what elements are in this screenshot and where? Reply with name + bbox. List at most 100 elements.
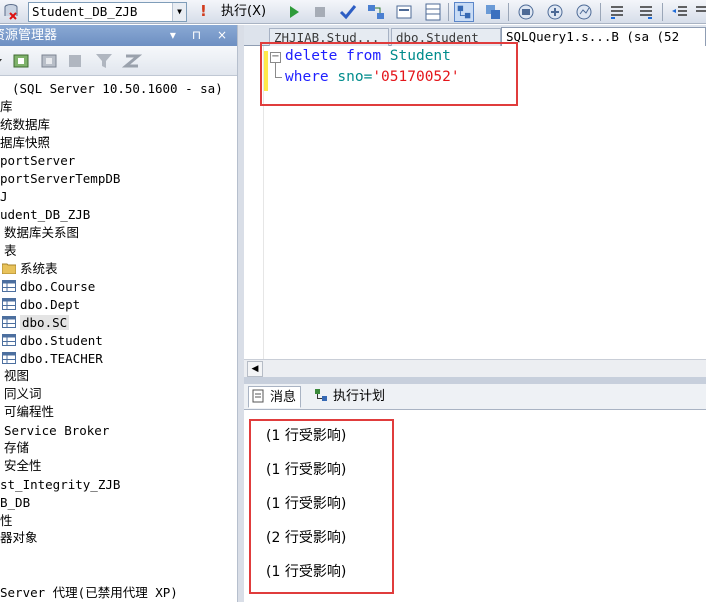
results-tabstrip: 消息 执行计划: [244, 384, 706, 410]
horizontal-scrollbar[interactable]: ◀: [244, 359, 706, 377]
connect-icon[interactable]: [12, 52, 32, 70]
tree-node-security-db[interactable]: 安全性: [4, 457, 42, 475]
tree-node-label: 同义词: [4, 386, 42, 401]
tree-node-label: dbo.Course: [20, 279, 96, 294]
execute-icon[interactable]: !: [200, 2, 207, 20]
results-to-file-icon[interactable]: [516, 2, 536, 22]
tree-node-table-sc[interactable]: dbo.SC: [2, 314, 70, 332]
highlight-box-messages: [249, 419, 394, 594]
stop-icon[interactable]: [68, 54, 82, 68]
database-selector[interactable]: Student_DB_ZJB ▼: [28, 2, 187, 22]
tree-node-label: st_Integrity_ZJB: [0, 477, 121, 492]
table-icon: [2, 280, 16, 292]
tree-node-integrity-db[interactable]: st_Integrity_ZJB: [0, 476, 120, 494]
parse-checkmark-icon[interactable]: [338, 2, 358, 22]
decrease-indent-icon[interactable]: [670, 2, 690, 22]
tree-node-label: portServer: [0, 153, 76, 168]
tree-node-views[interactable]: 视图: [4, 367, 29, 385]
filter-icon[interactable]: [94, 52, 114, 70]
object-explorer-tree: (SQL Server 10.50.1600 - sa) 库 统数据库 据库快照…: [0, 77, 237, 602]
tree-node-table-course[interactable]: dbo.Course: [2, 278, 95, 296]
live-stats-icon[interactable]: [574, 2, 594, 22]
messages-icon: [252, 389, 264, 403]
toolbar-separator: [448, 3, 449, 21]
tree-node-security[interactable]: 性: [0, 512, 13, 530]
comment-lines-icon[interactable]: [607, 2, 627, 22]
tree-node-storage[interactable]: 存储: [4, 439, 29, 457]
increase-indent-icon[interactable]: [696, 2, 706, 22]
tree-node-snapshots[interactable]: 据库快照: [0, 134, 50, 152]
stop-icon[interactable]: [310, 2, 330, 22]
toolbar-separator: [662, 3, 663, 21]
tree-node-label: 系统表: [20, 261, 58, 276]
tree-node-label: B_DB: [0, 495, 31, 510]
tree-node-programmability[interactable]: 可编程性: [4, 403, 54, 421]
include-plan-icon[interactable]: [545, 2, 565, 22]
tree-node-reportserver[interactable]: portServer: [0, 152, 75, 170]
scroll-left-icon[interactable]: ◀: [247, 361, 263, 377]
tree-node-table-dept[interactable]: dbo.Dept: [2, 296, 80, 314]
tree-node-label: J: [0, 189, 8, 204]
tree-node-label: dbo.Student: [20, 333, 103, 348]
tree-node-label: 性: [0, 513, 13, 528]
tree-node-label: 视图: [4, 368, 30, 383]
pane-splitter[interactable]: [237, 25, 244, 602]
tree-node-tables[interactable]: 表: [4, 242, 17, 260]
tree-node-label: 表: [4, 243, 17, 258]
highlight-box-query: [260, 42, 518, 106]
tab-sqlquery1[interactable]: SQLQuery1.s...B (sa (52: [501, 27, 706, 47]
tab-label: 执行计划: [333, 389, 386, 404]
tree-node-label: 安全性: [4, 458, 42, 473]
tree-node-reportservertempdb[interactable]: portServerTempDB: [0, 170, 120, 188]
tab-messages[interactable]: 消息: [248, 386, 302, 408]
tree-node-databases[interactable]: 库: [0, 98, 13, 116]
tree-node-label: Server 代理(已禁用代理 XP): [0, 585, 178, 600]
tree-node-label: Service Broker: [4, 423, 110, 438]
results-to-text-icon[interactable]: [394, 2, 414, 22]
table-icon: [2, 352, 16, 364]
debug-play-icon[interactable]: [284, 2, 304, 22]
results-to-grid-icon[interactable]: [423, 2, 443, 22]
tab-execution-plan[interactable]: 执行计划: [312, 386, 389, 408]
database-connection-icon[interactable]: [2, 3, 20, 21]
tree-node-label: 器对象: [0, 530, 38, 545]
tree-node-synonyms[interactable]: 同义词: [4, 385, 42, 403]
tree-node-diagrams[interactable]: 数据库关系图: [4, 224, 79, 242]
disconnect-icon[interactable]: [40, 52, 60, 70]
tree-node-label: 存储: [4, 440, 30, 455]
folder-icon: [2, 263, 16, 274]
tree-node-system-tables[interactable]: 系统表: [2, 260, 58, 278]
tree-node-server[interactable]: (SQL Server 10.50.1600 - sa): [0, 80, 223, 98]
tree-node-agent[interactable]: Server 代理(已禁用代理 XP): [0, 584, 178, 602]
client-statistics-icon[interactable]: [483, 2, 503, 22]
tree-node-j[interactable]: J: [0, 188, 8, 206]
table-icon: [2, 316, 16, 328]
tree-node-label: 据库快照: [0, 135, 51, 150]
tree-node-label-selected: dbo.SC: [20, 315, 70, 330]
tree-node-label: portServerTempDB: [0, 171, 121, 186]
chevron-down-icon[interactable]: ▼: [172, 3, 186, 21]
uncomment-lines-icon[interactable]: [636, 2, 656, 22]
execute-button[interactable]: 执行(X): [221, 3, 266, 21]
toolbar-separator: [600, 3, 601, 21]
tree-node-service-broker[interactable]: Service Broker: [4, 422, 109, 440]
query-options-icon[interactable]: [366, 2, 386, 22]
tree-node-b-db[interactable]: B_DB: [0, 494, 30, 512]
connect-dropdown-icon[interactable]: [0, 53, 6, 69]
object-explorer-header: 资源管理器 ▾ ⊓ ×: [0, 25, 237, 46]
tree-node-student-db[interactable]: udent_DB_ZJB: [0, 206, 90, 224]
tab-label: SQLQuery1.s...B (sa (52: [506, 29, 680, 44]
tree-node-table-teacher[interactable]: dbo.TEACHER: [2, 350, 103, 368]
tree-node-system-databases[interactable]: 统数据库: [0, 116, 50, 134]
tree-node-table-student[interactable]: dbo.Student: [2, 332, 103, 350]
display-plan-icon[interactable]: [454, 2, 474, 22]
tree-node-label: dbo.Dept: [20, 297, 81, 312]
refresh-icon[interactable]: [122, 52, 142, 70]
tree-node-server-objects[interactable]: 器对象: [0, 529, 38, 547]
tree-node-label: (SQL Server 10.50.1600 - sa): [12, 81, 223, 96]
tree-node-label: udent_DB_ZJB: [0, 207, 91, 222]
tree-node-label: 库: [0, 99, 13, 114]
results-splitter[interactable]: [244, 377, 706, 384]
pane-controls[interactable]: ▾ ⊓ ×: [170, 25, 233, 46]
object-explorer-toolbar: [0, 46, 237, 76]
